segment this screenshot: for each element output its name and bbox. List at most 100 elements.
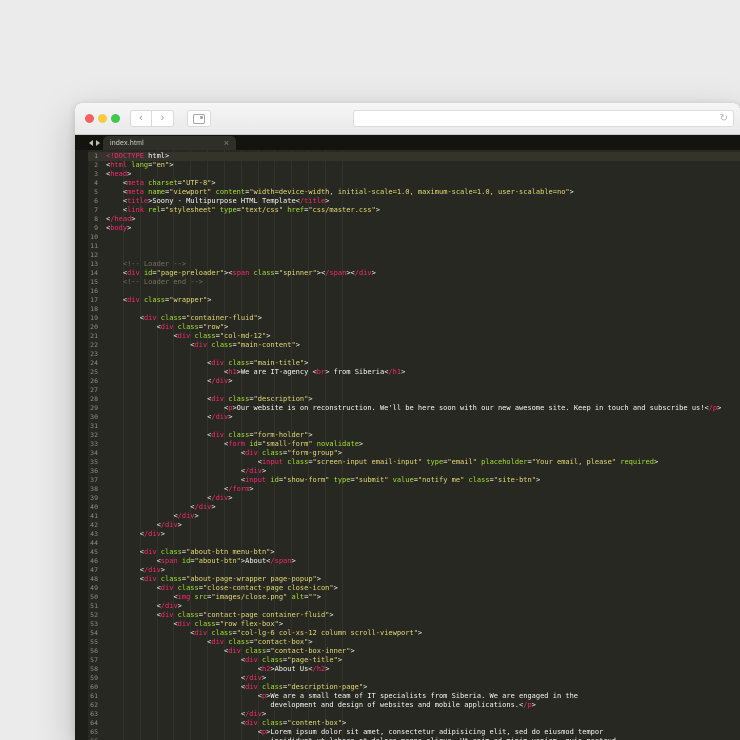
- code-line[interactable]: 51 </div>: [75, 602, 740, 611]
- code-line[interactable]: 53 <div class="row flex-box">: [75, 620, 740, 629]
- tab-close-icon[interactable]: ×: [224, 138, 229, 148]
- code-line[interactable]: 52 <div class="contact-page container-fl…: [75, 611, 740, 620]
- code-line[interactable]: 22 <div class="main-content">: [75, 341, 740, 350]
- code-text: </div>: [240, 710, 267, 718]
- code-line[interactable]: 5 <meta name="viewport" content="width=d…: [75, 188, 740, 197]
- code-line[interactable]: 40 </div>: [75, 503, 740, 512]
- code-line[interactable]: 16: [75, 287, 740, 296]
- code-text: </div>: [156, 521, 182, 529]
- code-line[interactable]: 13 <!-- Loader -->: [75, 260, 740, 269]
- code-line[interactable]: 60 <div class="description-page">: [75, 683, 740, 692]
- code-line[interactable]: 50 <img src="images/close.png" alt="">: [75, 593, 740, 602]
- code-line[interactable]: 33 <form id="small-form" novalidate>: [75, 440, 740, 449]
- code-line[interactable]: 62 development and design of websites an…: [75, 701, 740, 710]
- code-text: <div id="page-preloader"><span class="sp…: [122, 269, 376, 277]
- code-text: <div class="page-title">: [240, 656, 343, 664]
- code-text: <meta charset="UTF-8">: [122, 179, 216, 187]
- tabs-overview-button[interactable]: [187, 110, 211, 127]
- code-line[interactable]: 63 </div>: [75, 710, 740, 719]
- code-line[interactable]: 45 <div class="about-btn menu-btn">: [75, 548, 740, 557]
- code-text: development and design of websites and m…: [257, 701, 536, 709]
- code-text: <p>Lorem ipsum dolor sit amet, consectet…: [257, 728, 604, 736]
- tab-index-html[interactable]: index.html ×: [103, 136, 236, 150]
- code-line[interactable]: 21 <div class="col-md-12">: [75, 332, 740, 341]
- code-line[interactable]: 27: [75, 386, 740, 395]
- code-line[interactable]: 37 <input id="show-form" type="submit" v…: [75, 476, 740, 485]
- address-bar: ↻: [353, 110, 734, 127]
- code-line[interactable]: 7 <link rel="stylesheet" type="text/css"…: [75, 206, 740, 215]
- code-line[interactable]: 4 <meta charset="UTF-8">: [75, 179, 740, 188]
- code-line[interactable]: 57 <div class="page-title">: [75, 656, 740, 665]
- code-text: <div class="main-title">: [207, 359, 309, 367]
- code-area[interactable]: 1 <!DOCTYPE html> 2 <html lang="en"> 3 <head>…: [75, 150, 740, 740]
- code-line[interactable]: 25 <h1>We are IT-agency <br> from Siberi…: [75, 368, 740, 377]
- code-line[interactable]: 31: [75, 422, 740, 431]
- url-input[interactable]: [354, 111, 733, 126]
- code-line[interactable]: 28 <div class="description">: [75, 395, 740, 404]
- code-text: <div class="contact-box">: [207, 638, 313, 646]
- code-line[interactable]: 64 <div class="content-box">: [75, 719, 740, 728]
- forward-button[interactable]: ›: [152, 110, 174, 127]
- code-line[interactable]: 20 <div class="row">: [75, 323, 740, 332]
- code-line[interactable]: 29 <p>Our website is on reconstruction. …: [75, 404, 740, 413]
- code-line[interactable]: 48 <div class="about-page-wrapper page-p…: [75, 575, 740, 584]
- code-line[interactable]: 24 <div class="main-title">: [75, 359, 740, 368]
- code-line[interactable]: 32 <div class="form-holder">: [75, 431, 740, 440]
- code-line[interactable]: 61 <p>We are a small team of IT speciali…: [75, 692, 740, 701]
- tab-scroll-right-icon[interactable]: [96, 139, 100, 146]
- minimize-window-button[interactable]: [98, 114, 107, 123]
- code-text: <html lang="en">: [106, 161, 174, 169]
- code-line[interactable]: 26 </div>: [75, 377, 740, 386]
- code-line[interactable]: 30 </div>: [75, 413, 740, 422]
- reload-icon[interactable]: ↻: [720, 113, 728, 125]
- code-line[interactable]: 59 </div>: [75, 674, 740, 683]
- code-line[interactable]: 1 <!DOCTYPE html>: [75, 152, 740, 161]
- code-line[interactable]: 6 <title>Soony - Multipurpose HTML Templ…: [75, 197, 740, 206]
- code-line[interactable]: 56 <div class="contact-box-inner">: [75, 647, 740, 656]
- code-line[interactable]: 49 <div class="close-contact-page close-…: [75, 584, 740, 593]
- code-text: <div class="contact-page container-fluid…: [156, 611, 334, 619]
- zoom-window-button[interactable]: [111, 114, 120, 123]
- code-line[interactable]: 47 </div>: [75, 566, 740, 575]
- code-line[interactable]: 18: [75, 305, 740, 314]
- code-line[interactable]: 12: [75, 251, 740, 260]
- tab-bar: index.html ×: [75, 135, 740, 150]
- nav-buttons: ‹ ›: [130, 110, 174, 127]
- close-window-button[interactable]: [85, 114, 94, 123]
- code-lines: 1 <!DOCTYPE html> 2 <html lang="en"> 3 <head>…: [75, 150, 740, 740]
- code-line[interactable]: 44: [75, 539, 740, 548]
- back-button[interactable]: ‹: [130, 110, 152, 127]
- code-line[interactable]: 17 <div class="wrapper">: [75, 296, 740, 305]
- code-line[interactable]: 46 <span id="about-btn">About</span>: [75, 557, 740, 566]
- code-line[interactable]: 42 </div>: [75, 521, 740, 530]
- code-line[interactable]: 39 </div>: [75, 494, 740, 503]
- code-line[interactable]: 11: [75, 242, 740, 251]
- code-line[interactable]: 58 <h2>About Us</h2>: [75, 665, 740, 674]
- code-line[interactable]: 8 </head>: [75, 215, 740, 224]
- browser-toolbar: ‹ › ↻: [75, 103, 740, 135]
- code-line[interactable]: 55 <div class="contact-box">: [75, 638, 740, 647]
- code-line[interactable]: 54 <div class="col-lg-6 col-xs-12 column…: [75, 629, 740, 638]
- code-line[interactable]: 23: [75, 350, 740, 359]
- code-line[interactable]: 14 <div id="page-preloader"><span class=…: [75, 269, 740, 278]
- code-line[interactable]: 2 <html lang="en">: [75, 161, 740, 170]
- code-text: <div class="main-content">: [190, 341, 300, 349]
- code-line[interactable]: 9 <body>: [75, 224, 740, 233]
- code-line[interactable]: 15 <!-- Loader end -->: [75, 278, 740, 287]
- code-line[interactable]: 43 </div>: [75, 530, 740, 539]
- code-line[interactable]: 35 <input class="screen-input email-inpu…: [75, 458, 740, 467]
- code-line[interactable]: 10: [75, 233, 740, 242]
- code-line[interactable]: 3 <head>: [75, 170, 740, 179]
- code-line[interactable]: 19 <div class="container-fluid">: [75, 314, 740, 323]
- tab-scroll-left-icon[interactable]: [89, 139, 93, 146]
- code-line[interactable]: 65 <p>Lorem ipsum dolor sit amet, consec…: [75, 728, 740, 737]
- code-line[interactable]: 36 </div>: [75, 467, 740, 476]
- code-text: <img src="images/close.png" alt="">: [173, 593, 321, 601]
- code-line[interactable]: 38 </form>: [75, 485, 740, 494]
- code-line[interactable]: 34 <div class="form-group">: [75, 449, 740, 458]
- code-line[interactable]: 41 </div>: [75, 512, 740, 521]
- traffic-lights: [85, 114, 120, 123]
